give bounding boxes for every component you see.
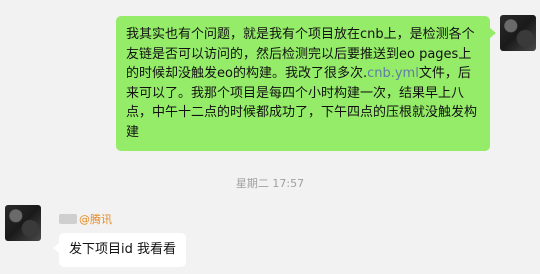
outgoing-message-bubble[interactable]: 我其实也有个问题，就是我有个项目放在cnb上，是检测各个友链是否可以访问的，然后… [116,16,496,151]
sender-org: 腾讯 [90,213,112,226]
redacted-name [59,214,77,224]
incoming-message-bubble[interactable]: 发下项目id 我看看 [53,233,186,267]
message-link[interactable]: cnb.yml [367,66,419,81]
sender-org-at: @ [79,212,90,226]
message-timestamp: 星期二 17:57 [235,177,305,190]
message-text: 发下项目id 我看看 [69,242,176,257]
contact-avatar[interactable] [5,205,41,241]
sender-name: @ 腾讯 [59,211,112,227]
my-avatar[interactable] [500,15,536,51]
